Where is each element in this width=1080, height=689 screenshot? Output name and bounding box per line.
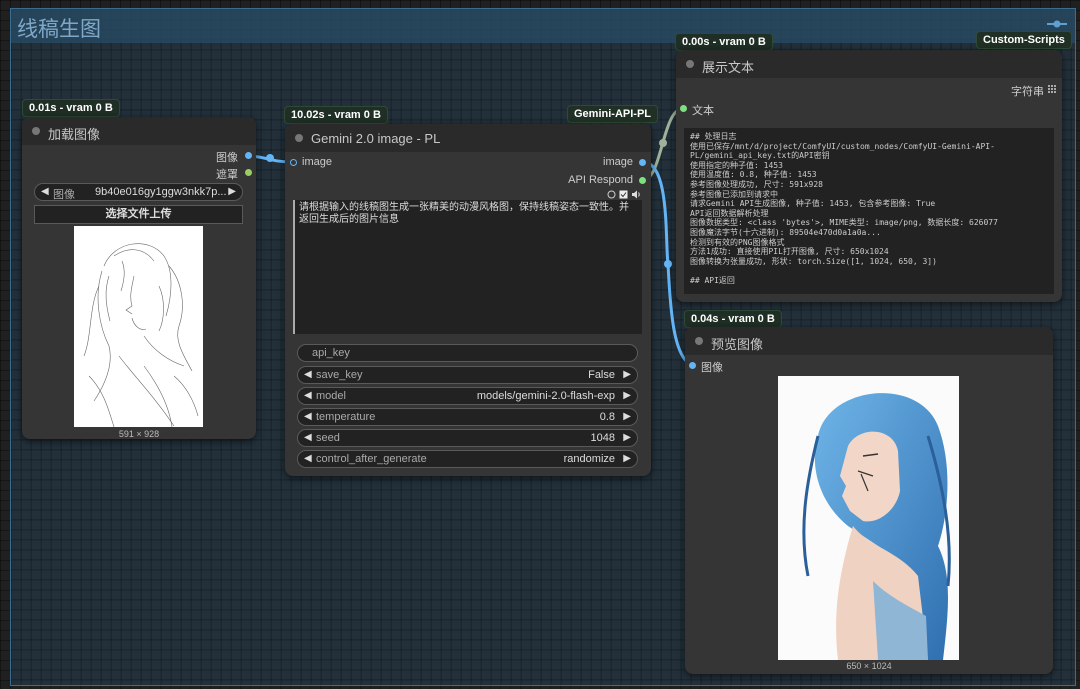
api-key-input[interactable]: api_key [297,344,638,362]
input-dot-icon[interactable] [689,362,696,369]
output-slot-image: image [603,156,633,168]
input-slot-text: 文本 [692,105,714,117]
arrow-left-icon[interactable]: ◀ [41,186,49,197]
widget-value: 0.8 [599,411,615,423]
badge-gemini-pack: Gemini-API-PL [567,105,659,123]
node-header[interactable]: Gemini 2.0 image - PL [285,124,651,152]
arrow-left-icon[interactable]: ◀ [304,453,312,464]
arrow-right-icon[interactable]: ▶ [623,453,631,464]
output-slot-string: 字符串 [1011,86,1044,98]
sketch-image [74,226,203,427]
model-combo[interactable]: ◀ model models/gemini-2.0-flash-exp ▶ [297,387,638,405]
badge-show-text-pack: Custom-Scripts [976,31,1072,49]
control-after-generate-combo[interactable]: ◀ control_after_generate randomize ▶ [297,450,638,468]
node-header[interactable]: 展示文本 [676,50,1062,78]
temperature-stepper[interactable]: ◀ temperature 0.8 ▶ [297,408,638,426]
widget-value: randomize [563,453,615,465]
circle-icon[interactable] [607,190,616,199]
widget-value: models/gemini-2.0-flash-exp [476,390,615,402]
image-size-caption: 650 × 1024 [846,661,892,671]
widget-label: model [316,390,346,402]
combo-value: 9b40e016gy1ggw3nkk7p... [95,186,227,198]
textarea-tools [607,190,641,200]
collapse-dot-icon[interactable] [695,337,703,345]
widget-label: api_key [312,347,350,359]
badge-show-text-time: 0.00s - vram 0 B [675,33,773,51]
input-dot-icon[interactable] [680,105,687,112]
arrow-right-icon[interactable]: ▶ [623,432,631,443]
arrow-right-icon[interactable]: ▶ [623,369,631,380]
output-dot-icon[interactable] [245,169,252,176]
arrow-left-icon[interactable]: ◀ [304,432,312,443]
widget-value: False [588,369,615,381]
pin-icon[interactable] [1047,19,1067,29]
arrow-left-icon[interactable]: ◀ [304,411,312,422]
node-gemini-image[interactable]: Gemini 2.0 image - PL image image API Re… [285,124,651,476]
input-slot-image: image [302,156,332,168]
node-header[interactable]: 加载图像 [22,117,256,145]
output-slot-api-respond: API Respond [568,174,633,186]
badge-gemini-time: 10.02s - vram 0 B [284,106,388,124]
output-dot-icon[interactable] [245,152,252,159]
node-title: Gemini 2.0 image - PL [311,131,441,146]
speaker-icon[interactable] [631,190,641,199]
image-size-caption: 591 × 928 [118,429,160,439]
node-title: 加载图像 [48,127,101,142]
output-slot-mask: 遮罩 [216,169,238,181]
list-output-icon[interactable] [1048,85,1056,93]
arrow-left-icon[interactable]: ◀ [304,369,312,380]
save-key-toggle[interactable]: ◀ save_key False ▶ [297,366,638,384]
group-header[interactable]: 线稿生图 [11,9,1075,43]
collapse-dot-icon[interactable] [32,127,40,135]
prompt-textarea[interactable]: 请根据输入的线稿图生成一张精美的动漫风格图，保持线稿姿态一致性。并返回生成后的图… [293,200,642,334]
node-show-text[interactable]: 展示文本 字符串 文本 ## 处理日志 使用已保存/mnt/d/project/… [676,50,1062,302]
widget-label: seed [316,432,340,444]
output-slot-image: 图像 [216,152,238,164]
arrow-left-icon[interactable]: ◀ [304,390,312,401]
input-slot-image: 图像 [701,362,723,374]
collapse-dot-icon[interactable] [686,60,694,68]
arrow-right-icon[interactable]: ▶ [623,390,631,401]
seed-stepper[interactable]: ◀ seed 1048 ▶ [297,429,638,447]
group-title: 线稿生图 [17,17,101,41]
input-dot-icon[interactable] [290,159,297,166]
image-file-combo[interactable]: ◀ 图像 9b40e016gy1ggw3nkk7p... ▶ [34,183,243,201]
node-title: 预览图像 [711,337,764,352]
output-dot-icon[interactable] [639,177,646,184]
arrow-right-icon[interactable]: ▶ [228,186,236,197]
upload-button[interactable]: 选择文件上传 [34,205,243,224]
widget-label: temperature [316,411,376,423]
widget-label: control_after_generate [316,453,427,465]
node-preview-image[interactable]: 预览图像 图像 650 × 1024 [685,327,1053,674]
arrow-right-icon[interactable]: ▶ [623,411,631,422]
collapse-dot-icon[interactable] [295,134,303,142]
combo-label: 图像 [53,189,75,201]
node-load-image[interactable]: 加载图像 图像 遮罩 ◀ 图像 9b40e016gy1ggw3nkk7p... … [22,117,256,439]
node-header[interactable]: 预览图像 [685,327,1053,355]
log-textarea[interactable]: ## 处理日志 使用已保存/mnt/d/project/ComfyUI/cust… [684,128,1054,294]
node-title: 展示文本 [702,60,755,75]
checkbox-icon[interactable] [619,190,628,199]
badge-load-image-time: 0.01s - vram 0 B [22,99,120,117]
widget-label: save_key [316,369,363,381]
generated-anime-image [778,376,959,660]
badge-preview-time: 0.04s - vram 0 B [684,310,782,328]
widget-value: 1048 [590,432,615,444]
output-dot-icon[interactable] [639,159,646,166]
